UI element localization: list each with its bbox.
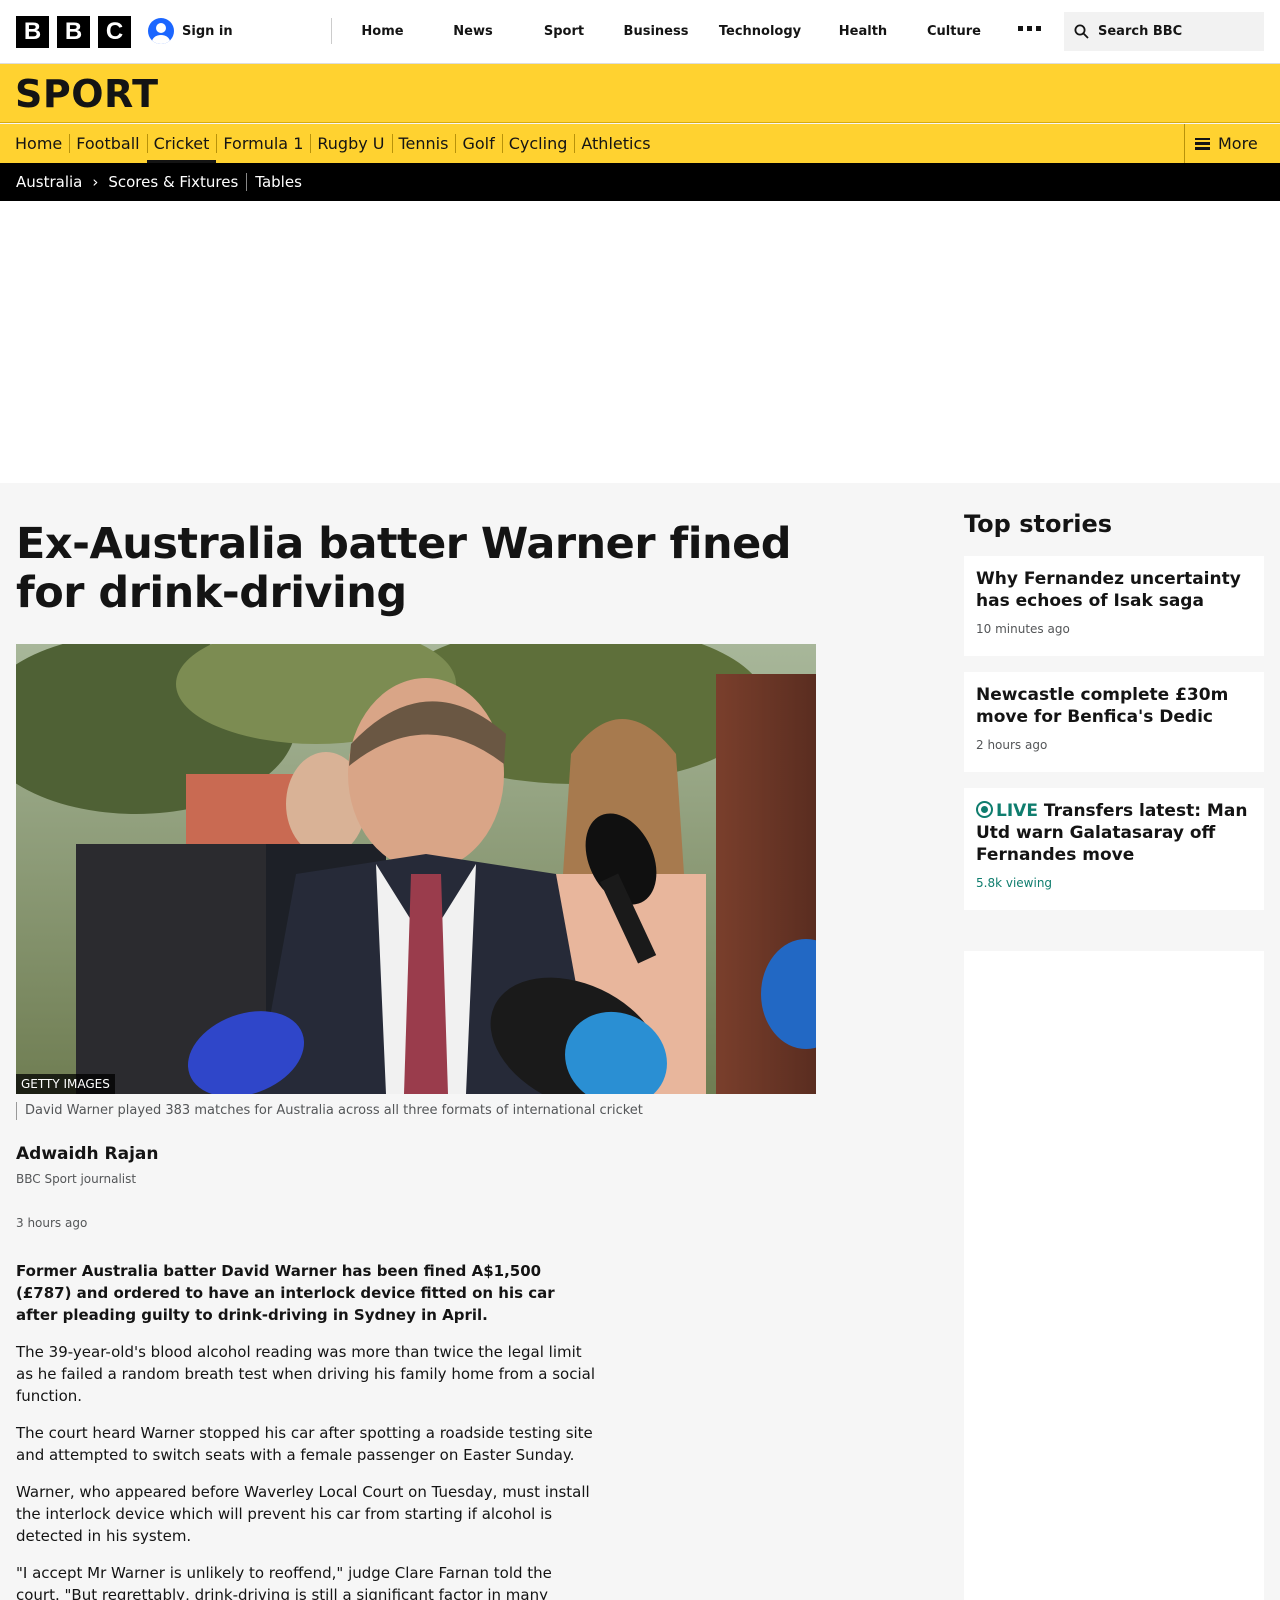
sport-nav-tennis[interactable]: Tennis [391,124,456,163]
author-role: BBC Sport journalist [16,1172,137,1186]
hamburger-icon [1195,137,1210,150]
subnav-tables[interactable]: Tables [255,173,302,191]
sport-nav-football[interactable]: Football [69,124,146,163]
breadcrumb-australia[interactable]: Australia [16,173,82,191]
sign-in-button[interactable]: Sign in [148,18,233,44]
sport-nav-formula-1[interactable]: Formula 1 [216,124,310,163]
article-paragraph: The court heard Warner stopped his car a… [16,1424,593,1464]
user-icon [148,18,174,44]
top-story-title[interactable]: LIVE Transfers latest: Man Utd warn Gala… [976,800,1252,866]
article-body: Former Australia batter David Warner has… [16,1260,596,1600]
image-credit: GETTY IMAGES [16,1074,115,1094]
global-nav-sport[interactable]: Sport [521,24,607,39]
sidebar-advert-slot [964,951,1264,1600]
advert-slot [0,201,1280,483]
more-options-icon[interactable] [1018,26,1041,31]
article-paragraph: "I accept Mr Warner is unlikely to reoff… [16,1564,552,1600]
sport-title[interactable]: SPORT [15,72,159,116]
article-timestamp: 3 hours ago [16,1216,88,1230]
bbc-masthead: B B C Sign in Home News Sport Business T… [0,0,1280,64]
sport-nav-athletics[interactable]: Athletics [574,124,657,163]
article-headline: Ex-Australia batter Warner fined for dri… [16,519,792,618]
global-nav-health[interactable]: Health [815,24,911,39]
top-stories-title: Top stories [964,510,1113,538]
article-hero-image: GETTY IMAGES [16,644,816,1094]
sport-nav-cycling[interactable]: Cycling [501,124,575,163]
live-icon [976,801,993,818]
breadcrumb: Australia › Scores & Fixtures Tables [0,163,1280,201]
top-story-time: 10 minutes ago [976,622,1070,636]
top-story-card[interactable]: Why Fernandez uncertainty has echoes of … [964,556,1264,656]
top-story-title[interactable]: Why Fernandez uncertainty has echoes of … [976,568,1252,612]
top-story-title[interactable]: Newcastle complete £30m move for Benfica… [976,684,1252,728]
global-nav-business[interactable]: Business [607,24,705,39]
global-nav-news[interactable]: News [425,24,521,39]
sign-in-label: Sign in [182,23,233,39]
search-input[interactable]: Search BBC [1064,12,1264,51]
search-placeholder: Search BBC [1098,24,1183,39]
author-name: Adwaidh Rajan [16,1144,159,1164]
top-story-card[interactable]: Newcastle complete £30m move for Benfica… [964,672,1264,772]
logo-letter: C [98,16,131,48]
search-icon [1074,24,1089,39]
live-label: LIVE [996,801,1038,821]
sport-nav-golf[interactable]: Golf [455,124,501,163]
more-menu-button[interactable]: More [1184,124,1280,163]
more-label: More [1218,134,1258,153]
article-lead: Former Australia batter David Warner has… [16,1262,555,1324]
sport-nav-cricket[interactable]: Cricket [146,124,217,163]
top-story-card-live[interactable]: LIVE Transfers latest: Man Utd warn Gala… [964,788,1264,910]
bbc-logo[interactable]: B B C [16,16,131,48]
sport-header: SPORT [0,64,1280,123]
article-paragraph: The 39-year-old's blood alcohol reading … [16,1343,596,1405]
live-viewers: 5.8k viewing [976,876,1053,890]
hero-photo [16,644,816,1094]
global-nav-home[interactable]: Home [340,24,425,39]
article-paragraph: Warner, who appeared before Waverley Loc… [16,1483,590,1545]
chevron-right-icon: › [92,173,99,191]
divider [246,173,248,191]
logo-letter: B [57,16,90,48]
sport-nav-rugby-union[interactable]: Rugby U [310,124,391,163]
logo-letter: B [16,16,49,48]
top-story-time: 2 hours ago [976,738,1048,752]
sport-nav: Home Football Cricket Formula 1 Rugby U … [0,124,1280,163]
image-caption: David Warner played 383 matches for Aust… [16,1102,643,1120]
global-nav-culture[interactable]: Culture [911,24,997,39]
global-nav-technology[interactable]: Technology [705,24,815,39]
sport-nav-home[interactable]: Home [8,124,69,163]
global-nav: Home News Sport Business Technology Heal… [340,0,997,63]
divider [331,18,332,44]
subnav-scores-fixtures[interactable]: Scores & Fixtures [108,173,238,191]
